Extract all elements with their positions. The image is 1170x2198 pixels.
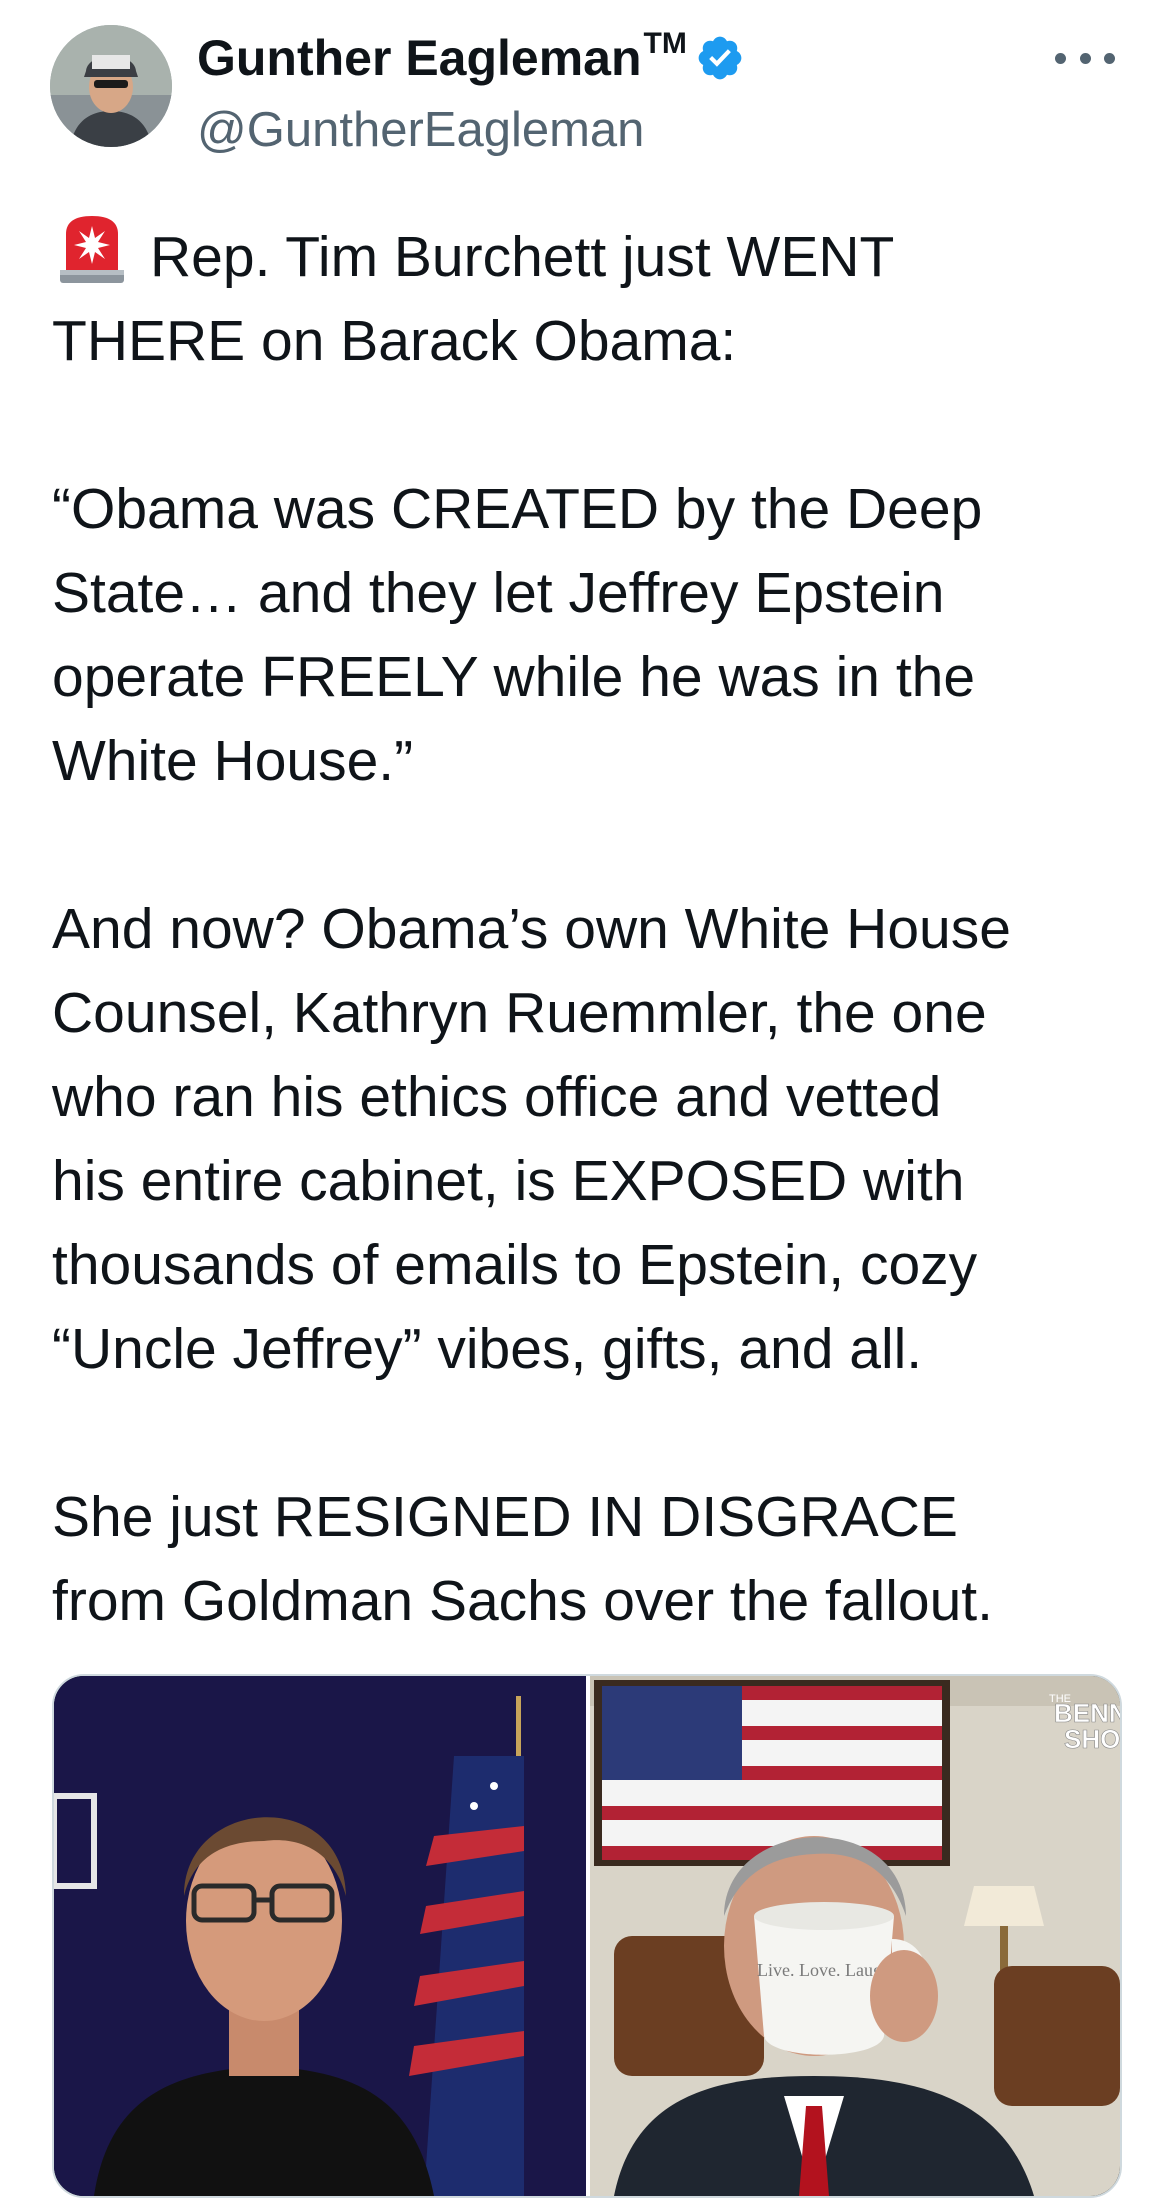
tweet-line: And now? Obama’s own White House (52, 897, 1011, 961)
tweet-line: THERE on Barack Obama: (52, 309, 737, 373)
author-name-text[interactable]: Gunther Eagleman (197, 28, 642, 88)
tweet-line: “Uncle Jeffrey” vibes, gifts, and all. (52, 1317, 923, 1381)
tweet-line: operate FREELY while he was in the (52, 645, 976, 709)
tweet-line: “Obama was CREATED by the Deep (52, 477, 983, 541)
right-video-frame: Live. Love. Laugh THE BENNY SHOW (590, 1676, 1120, 2196)
tweet-line: She just RESIGNED IN DISGRACE (52, 1485, 958, 1549)
avatar[interactable] (50, 25, 172, 147)
tweet-header: Gunther Eagleman TM @GuntherEagleman (0, 0, 1170, 160)
tweet-line: thousands of emails to Epstein, cozy (52, 1233, 978, 1297)
tweet-line: who ran his ethics office and vetted (52, 1065, 942, 1129)
author-name[interactable]: Gunther Eagleman TM (197, 27, 745, 88)
tweet-line: State… and they let Jeffrey Epstein (52, 561, 945, 625)
tweet-line: Rep. Tim Burchett just WENT (52, 212, 1132, 299)
tweet-line: White House.” (52, 729, 414, 793)
more-dot (1055, 52, 1066, 64)
verified-badge-icon[interactable] (695, 33, 745, 83)
tweet-media-video[interactable]: Live. Love. Laugh THE BENNY SHOW (52, 1674, 1122, 2198)
show-logo-line2: SHOW (1064, 1724, 1120, 1754)
siren-icon (52, 212, 132, 286)
more-dot (1104, 52, 1115, 64)
more-dot (1079, 52, 1091, 64)
tweet-line: from Goldman Sachs over the fallout. (52, 1569, 993, 1633)
tweet-line: his entire cabinet, is EXPOSED with (52, 1149, 965, 1213)
more-options-icon[interactable] (1055, 38, 1115, 78)
tweet-line: Counsel, Kathryn Ruemmler, the one (52, 981, 987, 1045)
author-handle[interactable]: @GuntherEagleman (197, 100, 644, 160)
mug-text: Live. Love. Laugh (757, 1960, 891, 1980)
trademark-mark: TM (643, 27, 687, 60)
left-video-frame (54, 1676, 586, 2196)
tweet-text: Rep. Tim Burchett just WENT THERE on Bar… (52, 212, 1132, 1643)
tweet-line-text: Rep. Tim Burchett just WENT (150, 225, 895, 289)
